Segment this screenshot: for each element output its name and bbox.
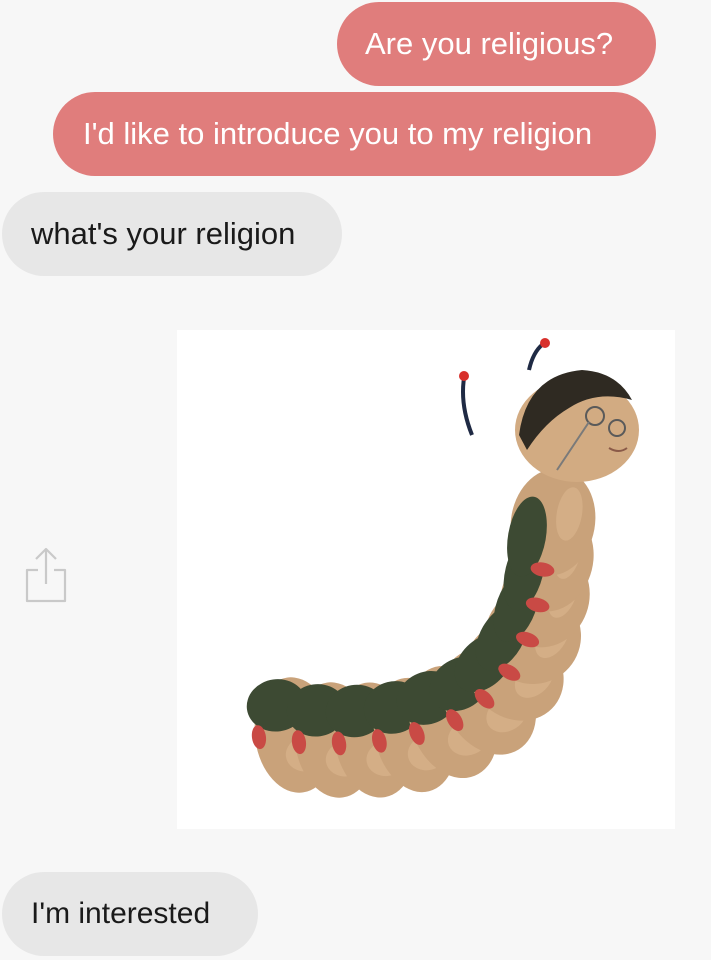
antenna xyxy=(461,377,474,436)
message-text: I'd like to introduce you to my religion xyxy=(83,116,593,151)
antenna xyxy=(527,342,545,371)
message-bubble-sent[interactable]: I'd like to introduce you to my religion xyxy=(53,92,656,176)
message-text: what's your religion xyxy=(31,216,296,251)
message-text: I'm interested xyxy=(31,897,211,930)
message-bubble-received[interactable]: I'm interested xyxy=(2,872,258,956)
antenna-tip xyxy=(540,338,550,348)
message-text: Are you religious? xyxy=(365,26,614,61)
caterpillar-image xyxy=(246,338,639,798)
message-bubble-received[interactable]: what's your religion xyxy=(2,192,342,276)
share-icon[interactable] xyxy=(22,544,70,604)
message-bubble-sent[interactable]: Are you religious? xyxy=(337,2,656,86)
antenna-tip xyxy=(459,371,469,381)
image-message[interactable] xyxy=(177,330,675,829)
